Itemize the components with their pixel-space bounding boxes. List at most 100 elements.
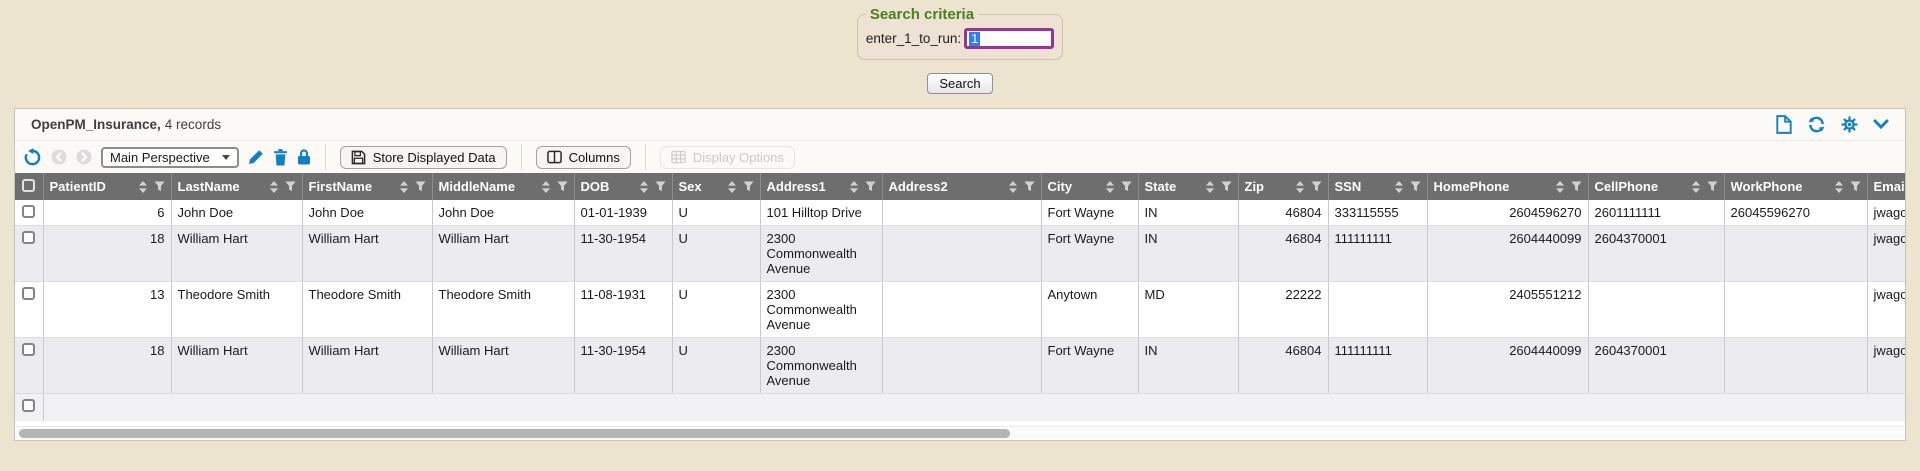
filter-icon[interactable] [557,181,568,192]
gear-icon[interactable] [1841,116,1858,133]
cell-sex: U [672,226,760,282]
search-criteria-area: Search criteria enter_1_to_run: 1 Search [0,6,1920,94]
sort-icon[interactable] [1105,181,1115,193]
column-header-sex[interactable]: Sex [672,173,760,200]
column-header-city[interactable]: City [1041,173,1138,200]
chevron-down-icon [222,155,230,160]
store-displayed-data-button[interactable]: Store Displayed Data [340,146,507,169]
cell-address2 [882,226,1041,282]
column-header-ssn[interactable]: SSN [1328,173,1427,200]
filter-icon[interactable] [743,181,754,192]
filter-icon[interactable] [415,181,426,192]
edit-icon[interactable] [248,149,264,165]
column-header-middlename[interactable]: MiddleName [432,173,574,200]
cell-city: Fort Wayne [1041,226,1138,282]
cell-middlename: John Doe [432,200,574,226]
refresh-icon[interactable] [1807,116,1826,133]
column-header-label: Address1 [767,179,845,194]
row-checkbox[interactable] [22,343,35,356]
sort-icon[interactable] [639,181,649,193]
nav-back-icon [51,149,67,165]
sort-icon[interactable] [1295,181,1305,193]
sort-icon[interactable] [269,181,279,193]
filter-icon[interactable] [1707,181,1718,192]
horizontal-scrollbar[interactable] [16,426,1904,439]
cell-sex: U [672,338,760,394]
cell-email: jwago [1867,200,1905,226]
column-header-label: HomePhone [1434,179,1551,194]
column-header-cellphone[interactable]: CellPhone [1588,173,1724,200]
column-header-dob[interactable]: DOB [574,173,672,200]
filter-icon[interactable] [1221,181,1232,192]
columns-button[interactable]: Columns [536,146,631,169]
column-header-state[interactable]: State [1138,173,1238,200]
sort-icon[interactable] [1205,181,1215,193]
document-icon[interactable] [1776,115,1792,134]
lock-icon[interactable] [297,149,311,165]
column-header-address2[interactable]: Address2 [882,173,1041,200]
filter-icon[interactable] [285,181,296,192]
sort-icon[interactable] [1555,181,1565,193]
delete-icon[interactable] [273,149,288,166]
filter-icon[interactable] [1311,181,1322,192]
search-button[interactable]: Search [927,73,992,94]
row-select-cell [15,226,43,282]
cell-zip: 22222 [1238,282,1328,338]
cell-cellphone: 2604370001 [1588,226,1724,282]
sort-icon[interactable] [1008,181,1018,193]
column-header-email[interactable]: Email [1867,173,1905,200]
filter-icon[interactable] [865,181,876,192]
sort-icon[interactable] [849,181,859,193]
run-input[interactable]: 1 [964,28,1054,49]
display-options-label: Display Options [693,150,784,165]
column-header-firstname[interactable]: FirstName [302,173,432,200]
column-header-homephone[interactable]: HomePhone [1427,173,1588,200]
records-panel: OpenPM_Insurance,4 records Main Perspect… [14,108,1906,441]
cell-ssn [1328,282,1427,338]
select-all-header-cell [15,173,43,200]
sort-icon[interactable] [1691,181,1701,193]
cell-patientid: 18 [43,338,171,394]
column-header-zip[interactable]: Zip [1238,173,1328,200]
sort-icon[interactable] [1394,181,1404,193]
filter-icon[interactable] [1410,181,1421,192]
sort-icon[interactable] [541,181,551,193]
sort-icon[interactable] [138,181,148,193]
row-checkbox[interactable] [22,231,35,244]
row-select-cell [15,282,43,338]
cell-middlename: Theodore Smith [432,282,574,338]
table-row: 6John DoeJohn DoeJohn Doe01-01-1939U101 … [15,200,1905,226]
cell-address1: 2300 Commonwealth Avenue [760,282,882,338]
filter-icon[interactable] [1571,181,1582,192]
column-header-label: City [1048,179,1101,194]
undo-icon[interactable] [23,148,42,167]
filter-icon[interactable] [1121,181,1132,192]
new-record-checkbox[interactable] [22,399,35,412]
filter-icon[interactable] [1850,181,1861,192]
column-header-lastname[interactable]: LastName [171,173,302,200]
perspective-select-value: Main Perspective [110,150,210,165]
cell-sex: U [672,282,760,338]
sort-icon[interactable] [1834,181,1844,193]
collapse-icon[interactable] [1873,119,1889,130]
row-checkbox[interactable] [22,287,35,300]
panel-title: OpenPM_Insurance,4 records [31,117,221,132]
sort-icon[interactable] [399,181,409,193]
sort-icon[interactable] [727,181,737,193]
row-checkbox[interactable] [22,205,35,218]
filter-icon[interactable] [154,181,165,192]
column-header-address1[interactable]: Address1 [760,173,882,200]
filter-icon[interactable] [1024,181,1035,192]
perspective-select[interactable]: Main Perspective [101,147,239,168]
cell-city: Fort Wayne [1041,338,1138,394]
cell-patientid: 18 [43,226,171,282]
column-header-label: WorkPhone [1731,179,1830,194]
filter-icon[interactable] [655,181,666,192]
column-header-patientid[interactable]: PatientID [43,173,171,200]
column-header-workphone[interactable]: WorkPhone [1724,173,1867,200]
select-all-checkbox[interactable] [22,179,35,192]
cell-workphone [1724,338,1867,394]
scrollbar-thumb[interactable] [19,429,1010,438]
row-select-cell [15,200,43,226]
table-row: 18William HartWilliam HartWilliam Hart11… [15,338,1905,394]
